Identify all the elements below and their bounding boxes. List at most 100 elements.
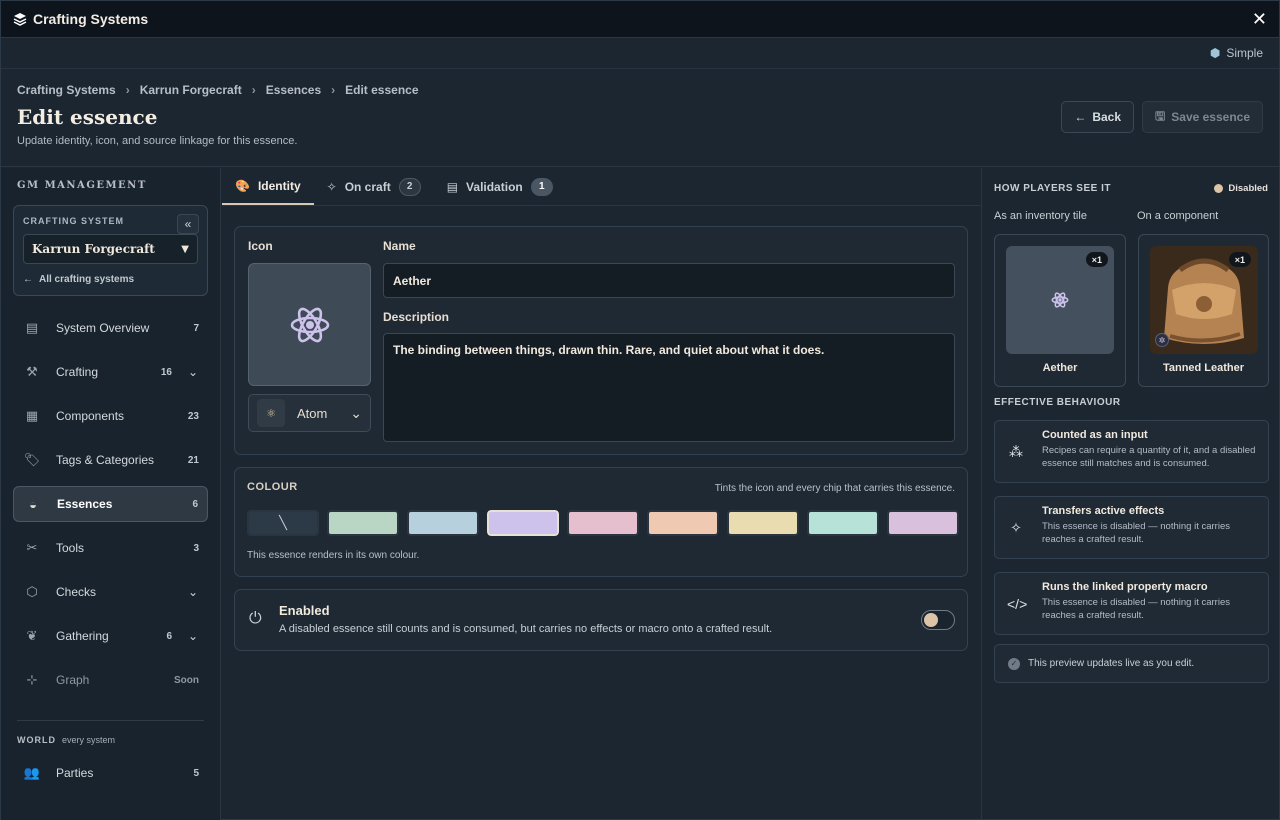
save-icon: 🖫	[1155, 108, 1166, 123]
collapse-sidebar-button[interactable]: «	[177, 214, 199, 234]
preview-title: HOW PLAYERS SEE IT	[994, 183, 1111, 194]
enabled-toggle[interactable]	[921, 610, 955, 630]
swatch-blue[interactable]	[407, 510, 479, 536]
sidebar-item-essences[interactable]: ◒ Essences 6	[13, 486, 208, 522]
icon-select-value: Atom	[297, 405, 328, 421]
d20-icon: ⬡	[26, 584, 38, 599]
crumb-essences[interactable]: Essences	[266, 83, 321, 97]
sidebar-item-components[interactable]: ▦ Components 23	[13, 398, 208, 434]
page-subtitle: Update identity, icon, and source linkag…	[17, 135, 298, 147]
sidebar-item-label: Components	[56, 409, 125, 423]
swatch-none[interactable]: ╲	[247, 510, 319, 536]
save-button-label: Save essence	[1171, 110, 1250, 124]
tab-label: On craft	[344, 179, 391, 194]
chevron-down-icon: ⌄	[350, 404, 362, 421]
sidebar-item-crafting[interactable]: ⚒ Crafting 16 ⌄	[13, 354, 208, 390]
mode-toggle[interactable]: Simple	[1226, 46, 1263, 60]
toggle-knob	[924, 613, 938, 627]
swatch-yellow[interactable]	[727, 510, 799, 536]
chevron-down-icon[interactable]: ⌄	[188, 629, 198, 643]
icon-label: Icon	[248, 239, 273, 253]
swatch-mauve[interactable]	[887, 510, 959, 536]
system-select[interactable]: Karrun Forgecraft ▼	[23, 234, 198, 264]
status-dot-icon	[1214, 184, 1224, 193]
world-section: WORLD every system	[17, 720, 204, 745]
tab-label: Validation	[466, 179, 523, 194]
atom-icon	[290, 307, 329, 342]
sidebar-item-count: Soon	[174, 674, 199, 686]
behaviour-transfers-effects: ✧ Transfers active effects This essence …	[994, 496, 1269, 559]
all-systems-link[interactable]: ← All crafting systems	[23, 274, 198, 285]
window-title-text: Crafting Systems	[33, 11, 149, 27]
tab-on-craft[interactable]: ✧ On craft 2	[314, 168, 434, 205]
essence-chip-icon: ✲	[1155, 333, 1169, 347]
main-content: 🎨 Identity ✧ On craft 2 ▤ Validation 1 I…	[222, 168, 980, 820]
sidebar-nav: ▤ System Overview 7 ⚒ Crafting 16 ⌄ ▦ Co…	[1, 310, 220, 698]
sidebar-item-graph: ⊹ Graph Soon	[13, 662, 208, 698]
swatch-pink[interactable]	[567, 510, 639, 536]
sidebar-item-label: Essences	[57, 497, 113, 511]
preview-note: ✓ This preview updates live as you edit.	[994, 644, 1269, 683]
close-icon[interactable]: ✕	[1252, 9, 1267, 30]
swatch-peach[interactable]	[647, 510, 719, 536]
behaviour-title: EFFECTIVE BEHAVIOUR	[994, 397, 1121, 408]
sidebar-item-system-overview[interactable]: ▤ System Overview 7	[13, 310, 208, 346]
chevron-down-icon[interactable]: ⌄	[188, 365, 198, 379]
tab-bar: 🎨 Identity ✧ On craft 2 ▤ Validation 1	[222, 168, 980, 206]
page-header: Crafting Systems › Karrun Forgecraft › E…	[1, 69, 1279, 167]
tab-validation[interactable]: ▤ Validation 1	[434, 168, 566, 205]
sidebar-item-count: 5	[193, 767, 199, 779]
name-label: Name	[383, 239, 416, 253]
crumb-system[interactable]: Karrun Forgecraft	[140, 83, 242, 97]
inventory-tile[interactable]: ×1 Aether	[994, 234, 1126, 387]
colour-hint: Tints the icon and every chip that carri…	[714, 483, 955, 494]
icon-select[interactable]: ⚛ Atom ⌄	[248, 394, 371, 432]
graph-icon: ⊹	[26, 672, 38, 687]
crumb-crafting-systems[interactable]: Crafting Systems	[17, 83, 116, 97]
save-essence-button[interactable]: 🖫 Save essence	[1142, 101, 1263, 133]
sidebar-item-count: 23	[187, 410, 199, 422]
icon-preview[interactable]	[248, 263, 371, 386]
behaviour-title-text: Runs the linked property macro	[1042, 581, 1208, 593]
cubes-icon: ⁂	[1009, 443, 1023, 459]
sidebar-item-count: 3	[193, 542, 199, 554]
back-button[interactable]: ← Back	[1061, 101, 1135, 133]
sidebar-item-label: Crafting	[56, 365, 99, 379]
back-button-label: Back	[1092, 110, 1122, 124]
tab-identity[interactable]: 🎨 Identity	[222, 168, 314, 205]
sidebar-item-tools[interactable]: ✂ Tools 3	[13, 530, 208, 566]
chevron-down-icon[interactable]: ⌄	[188, 585, 198, 599]
arrow-left-icon: ←	[23, 274, 33, 285]
swatch-green[interactable]	[327, 510, 399, 536]
crafting-system-box: CRAFTING SYSTEM « Karrun Forgecraft ▼ ← …	[13, 205, 208, 296]
sidebar-item-checks[interactable]: ⬡ Checks ⌄	[13, 574, 208, 610]
chevron-right-icon: ›	[125, 83, 130, 97]
sidebar-item-label: Checks	[56, 585, 97, 599]
sidebar-item-count: 21	[187, 454, 199, 466]
colour-card: COLOUR Tints the icon and every chip tha…	[234, 467, 968, 577]
swatch-teal[interactable]	[807, 510, 879, 536]
users-icon: 👥	[23, 765, 41, 780]
preview-panel: HOW PLAYERS SEE IT Disabled As an invent…	[981, 168, 1280, 820]
sidebar-item-tags[interactable]: 🏷 Tags & Categories 21	[13, 442, 208, 478]
swatch-lavender[interactable]	[486, 509, 560, 537]
layers-icon	[13, 13, 27, 26]
title-bar: Crafting Systems ✕	[1, 1, 1279, 38]
name-input[interactable]: Aether	[383, 263, 955, 298]
sidebar-item-label: Gathering	[56, 629, 109, 643]
inventory-label: As an inventory tile	[994, 210, 1087, 222]
clipboard-icon: ▤	[25, 320, 39, 335]
behaviour-runs-macro: </> Runs the linked property macro This …	[994, 572, 1269, 635]
tab-badge: 1	[530, 177, 553, 196]
sidebar: GM MANAGEMENT CRAFTING SYSTEM « Karrun F…	[1, 168, 221, 820]
sidebar-item-parties[interactable]: 👥 Parties 5	[13, 755, 208, 791]
code-icon: </>	[1007, 595, 1028, 612]
atom-icon	[1051, 292, 1069, 308]
inventory-tile-name: Aether	[1042, 362, 1078, 374]
description-textarea[interactable]: The binding between things, drawn thin. …	[383, 333, 955, 442]
sidebar-item-gathering[interactable]: ❦ Gathering 6 ⌄	[13, 618, 208, 654]
mortar-icon: ◒	[29, 496, 37, 512]
component-tile[interactable]: ×1 ✲ Tanned Leather	[1138, 234, 1269, 387]
sidebar-item-count: 6	[192, 498, 198, 510]
power-icon: ⏻	[249, 610, 262, 627]
